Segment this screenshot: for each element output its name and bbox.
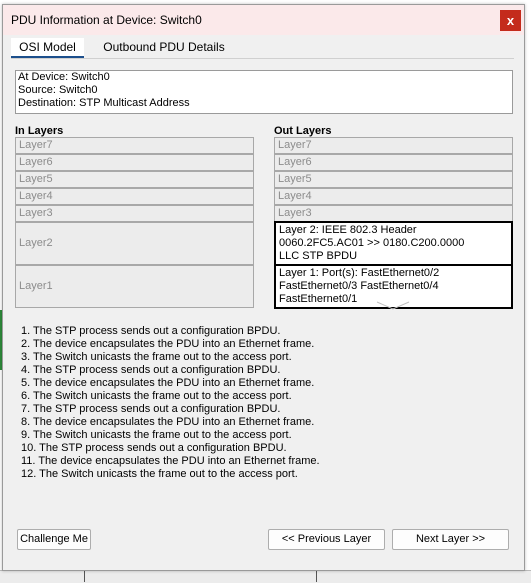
step-item: 6. The Switch unicasts the frame out to … [21, 390, 292, 402]
tab-divider [11, 58, 514, 59]
close-icon[interactable]: x [500, 10, 521, 31]
step-item: 4. The STP process sends out a configura… [21, 364, 281, 376]
background-divider [84, 570, 85, 582]
dialog-titlebar[interactable]: PDU Information at Device: Switch0 x [3, 5, 524, 35]
device-info-box: At Device: Switch0 Source: Switch0 Desti… [15, 70, 513, 114]
step-item: 9. The Switch unicasts the frame out to … [21, 429, 292, 441]
out-layers-header: Out Layers [274, 125, 332, 137]
step-item: 3. The Switch unicasts the frame out to … [21, 351, 292, 363]
out-layer-1-line: FastEthernet0/3 FastEthernet0/4 [279, 280, 439, 292]
in-layer-2[interactable]: Layer2 [15, 222, 254, 265]
background-status-bar [0, 570, 531, 583]
challenge-me-button[interactable]: Challenge Me [17, 529, 91, 550]
step-item: 2. The device encapsulates the PDU into … [21, 338, 315, 350]
step-item: 5. The device encapsulates the PDU into … [21, 377, 315, 389]
out-layer-7[interactable]: Layer7 [274, 137, 513, 154]
background-divider [316, 570, 317, 582]
in-layer-4[interactable]: Layer4 [15, 188, 254, 205]
step-item: 10. The STP process sends out a configur… [21, 442, 287, 454]
step-item: 7. The STP process sends out a configura… [21, 403, 281, 415]
step-item: 1. The STP process sends out a configura… [21, 325, 281, 337]
out-layer-5[interactable]: Layer5 [274, 171, 513, 188]
out-layer-2-line: Layer 2: IEEE 802.3 Header [279, 224, 417, 236]
step-item: 8. The device encapsulates the PDU into … [21, 416, 315, 428]
next-layer-button[interactable]: Next Layer >> [392, 529, 509, 550]
tab-osi-model[interactable]: OSI Model [11, 38, 84, 59]
in-layer-6[interactable]: Layer6 [15, 154, 254, 171]
in-layer-1[interactable]: Layer1 [15, 265, 254, 308]
in-layer-7[interactable]: Layer7 [15, 137, 254, 154]
out-layer-1-line: Layer 1: Port(s): FastEthernet0/2 [279, 267, 440, 279]
out-layer-4[interactable]: Layer4 [274, 188, 513, 205]
step-item: 12. The Switch unicasts the frame out to… [21, 468, 298, 480]
out-layer-2-line: LLC STP BPDU [279, 250, 358, 262]
in-layer-5[interactable]: Layer5 [15, 171, 254, 188]
pdu-information-dialog: PDU Information at Device: Switch0 x OSI… [2, 4, 525, 571]
chevron-down-icon [376, 301, 410, 310]
tab-outbound-pdu-details[interactable]: Outbound PDU Details [89, 38, 239, 58]
dialog-title: PDU Information at Device: Switch0 [11, 13, 202, 27]
previous-layer-button[interactable]: << Previous Layer [268, 529, 385, 550]
source-line: Source: Switch0 [18, 84, 98, 96]
device-line: At Device: Switch0 [18, 71, 110, 83]
in-layers-header: In Layers [15, 125, 64, 137]
osi-model-panel: At Device: Switch0 Source: Switch0 Desti… [11, 60, 515, 568]
out-layer-3[interactable]: Layer3 [274, 205, 513, 222]
step-list: 1. The STP process sends out a configura… [21, 325, 320, 481]
out-layer-2-line: 0060.2FC5.AC01 >> 0180.C200.0000 [279, 237, 465, 249]
in-layer-3[interactable]: Layer3 [15, 205, 254, 222]
out-layer-6[interactable]: Layer6 [274, 154, 513, 171]
out-layer-2[interactable]: Layer 2: IEEE 802.3 Header 0060.2FC5.AC0… [274, 221, 513, 266]
step-item: 11. The device encapsulates the PDU into… [21, 455, 320, 467]
destination-line: Destination: STP Multicast Address [18, 97, 190, 109]
